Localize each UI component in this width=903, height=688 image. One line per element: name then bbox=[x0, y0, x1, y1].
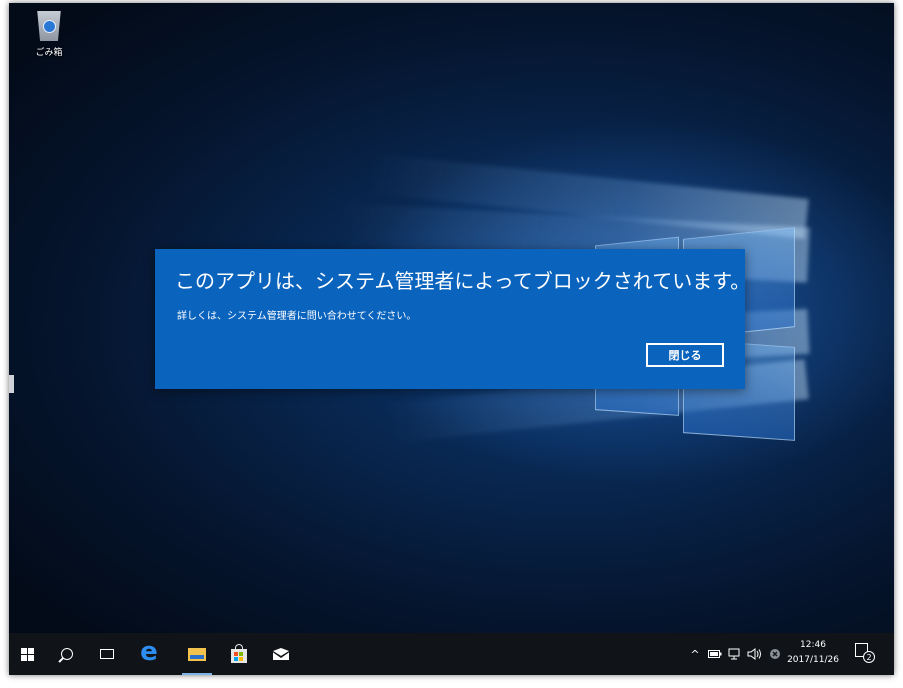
recycle-bin-icon bbox=[37, 11, 61, 41]
desktop-icon-label: ごみ箱 bbox=[35, 48, 63, 58]
store-button[interactable] bbox=[221, 633, 257, 675]
start-button[interactable] bbox=[9, 633, 45, 675]
desktop-icon-recycle-bin[interactable]: ごみ箱 bbox=[29, 11, 69, 58]
edge-browser-button[interactable]: e bbox=[131, 633, 167, 675]
edge-browser-icon: e bbox=[140, 637, 158, 667]
action-center-button[interactable]: 2 bbox=[855, 643, 875, 663]
task-view-button[interactable] bbox=[89, 633, 125, 675]
notification-count-badge: 2 bbox=[863, 651, 875, 663]
clock-date: 2017/11/26 bbox=[787, 655, 839, 665]
dialog-title: このアプリは、システム管理者によってブロックされています。 bbox=[175, 269, 751, 293]
search-icon bbox=[61, 648, 73, 660]
volume-icon[interactable] bbox=[745, 644, 765, 664]
battery-icon[interactable] bbox=[705, 644, 725, 664]
show-hidden-icons-button[interactable]: ^ bbox=[685, 644, 705, 664]
mail-button[interactable] bbox=[263, 633, 299, 675]
clock-time: 12:46 bbox=[800, 640, 826, 650]
screen-frame: ごみ箱 このアプリは、システム管理者によってブロックされています。 詳しくは、シ… bbox=[9, 3, 894, 675]
desktop[interactable]: ごみ箱 このアプリは、システム管理者によってブロックされています。 詳しくは、シ… bbox=[9, 3, 894, 633]
task-view-icon bbox=[100, 649, 114, 659]
dialog-message: 詳しくは、システム管理者に問い合わせてください。 bbox=[177, 311, 417, 322]
system-tray: ^ bbox=[685, 633, 785, 675]
file-explorer-button[interactable] bbox=[179, 633, 215, 675]
taskbar-clock[interactable]: 12:46 2017/11/26 bbox=[782, 638, 844, 668]
search-button[interactable] bbox=[49, 633, 85, 675]
blocked-app-dialog: このアプリは、システム管理者によってブロックされています。 詳しくは、システム管… bbox=[155, 249, 751, 389]
network-icon[interactable] bbox=[725, 644, 745, 664]
store-icon bbox=[231, 643, 247, 663]
taskbar: e ^ 12:46 2017/11/26 2 bbox=[9, 633, 894, 675]
close-button[interactable]: 閉じる bbox=[646, 343, 724, 367]
edge-swipe-handle[interactable] bbox=[9, 375, 14, 393]
mail-icon bbox=[273, 648, 289, 660]
recycle-logo bbox=[43, 20, 56, 33]
windows-start-icon bbox=[20, 647, 34, 661]
file-explorer-icon bbox=[188, 647, 206, 661]
